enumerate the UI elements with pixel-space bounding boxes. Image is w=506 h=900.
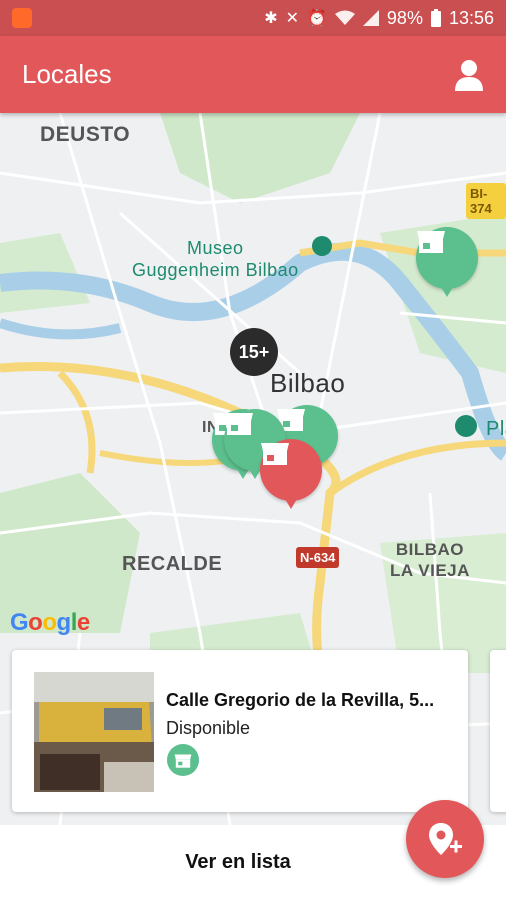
alarm-icon: ⏰	[307, 10, 327, 27]
person-icon[interactable]	[454, 59, 484, 91]
location-card[interactable]: Calle Gregorio de la Revilla, 5... Dispo…	[12, 650, 468, 812]
google-logo: Google	[10, 609, 90, 636]
app-notification-icon	[12, 8, 32, 28]
store-icon	[417, 231, 445, 253]
location-photo	[34, 672, 154, 792]
add-location-icon	[429, 823, 462, 855]
map-label-museo: Museo Guggenheim Bilbao	[132, 238, 299, 280]
marker-cluster[interactable]: 15+	[230, 328, 278, 376]
next-location-card[interactable]	[490, 650, 506, 812]
page-title: Locales	[22, 59, 112, 89]
road-badge-bi374: BI-374	[466, 183, 506, 219]
map-label-deusto: DEUSTO	[40, 123, 131, 146]
battery-percent: 98%	[386, 7, 423, 28]
road-badge-n634: N-634	[296, 547, 340, 568]
map-label-pla: Pla	[486, 418, 506, 440]
status-bar: ✱ ✕ ⏰ 98% 13:56	[0, 0, 506, 36]
app-bar: Locales	[0, 36, 506, 113]
signal-icon	[362, 10, 379, 26]
status-indicators: ✱ ✕ ⏰ 98% 13:56	[264, 8, 494, 29]
status-time: 13:56	[448, 7, 494, 28]
map-label-bilbao: Bilbao	[270, 368, 346, 398]
store-marker[interactable]	[416, 227, 478, 289]
wifi-icon	[334, 10, 355, 25]
mute-icon: ✕	[285, 10, 299, 27]
store-icon	[225, 413, 253, 435]
store-marker-selected[interactable]	[260, 439, 322, 501]
store-type-badge	[167, 744, 199, 776]
view-list-button[interactable]: Ver en lista	[185, 851, 291, 874]
location-address: Calle Gregorio de la Revilla, 5...	[166, 690, 435, 710]
map-label-recalde: RECALDE	[122, 553, 223, 575]
add-location-button[interactable]	[406, 800, 484, 878]
map-label-bilbao-vieja: BILBAO LA VIEJA	[390, 540, 470, 580]
bluetooth-icon: ✱	[264, 10, 278, 27]
store-icon	[261, 443, 289, 465]
location-status: Disponible	[166, 718, 251, 738]
battery-icon	[430, 9, 441, 27]
store-icon	[174, 754, 192, 768]
